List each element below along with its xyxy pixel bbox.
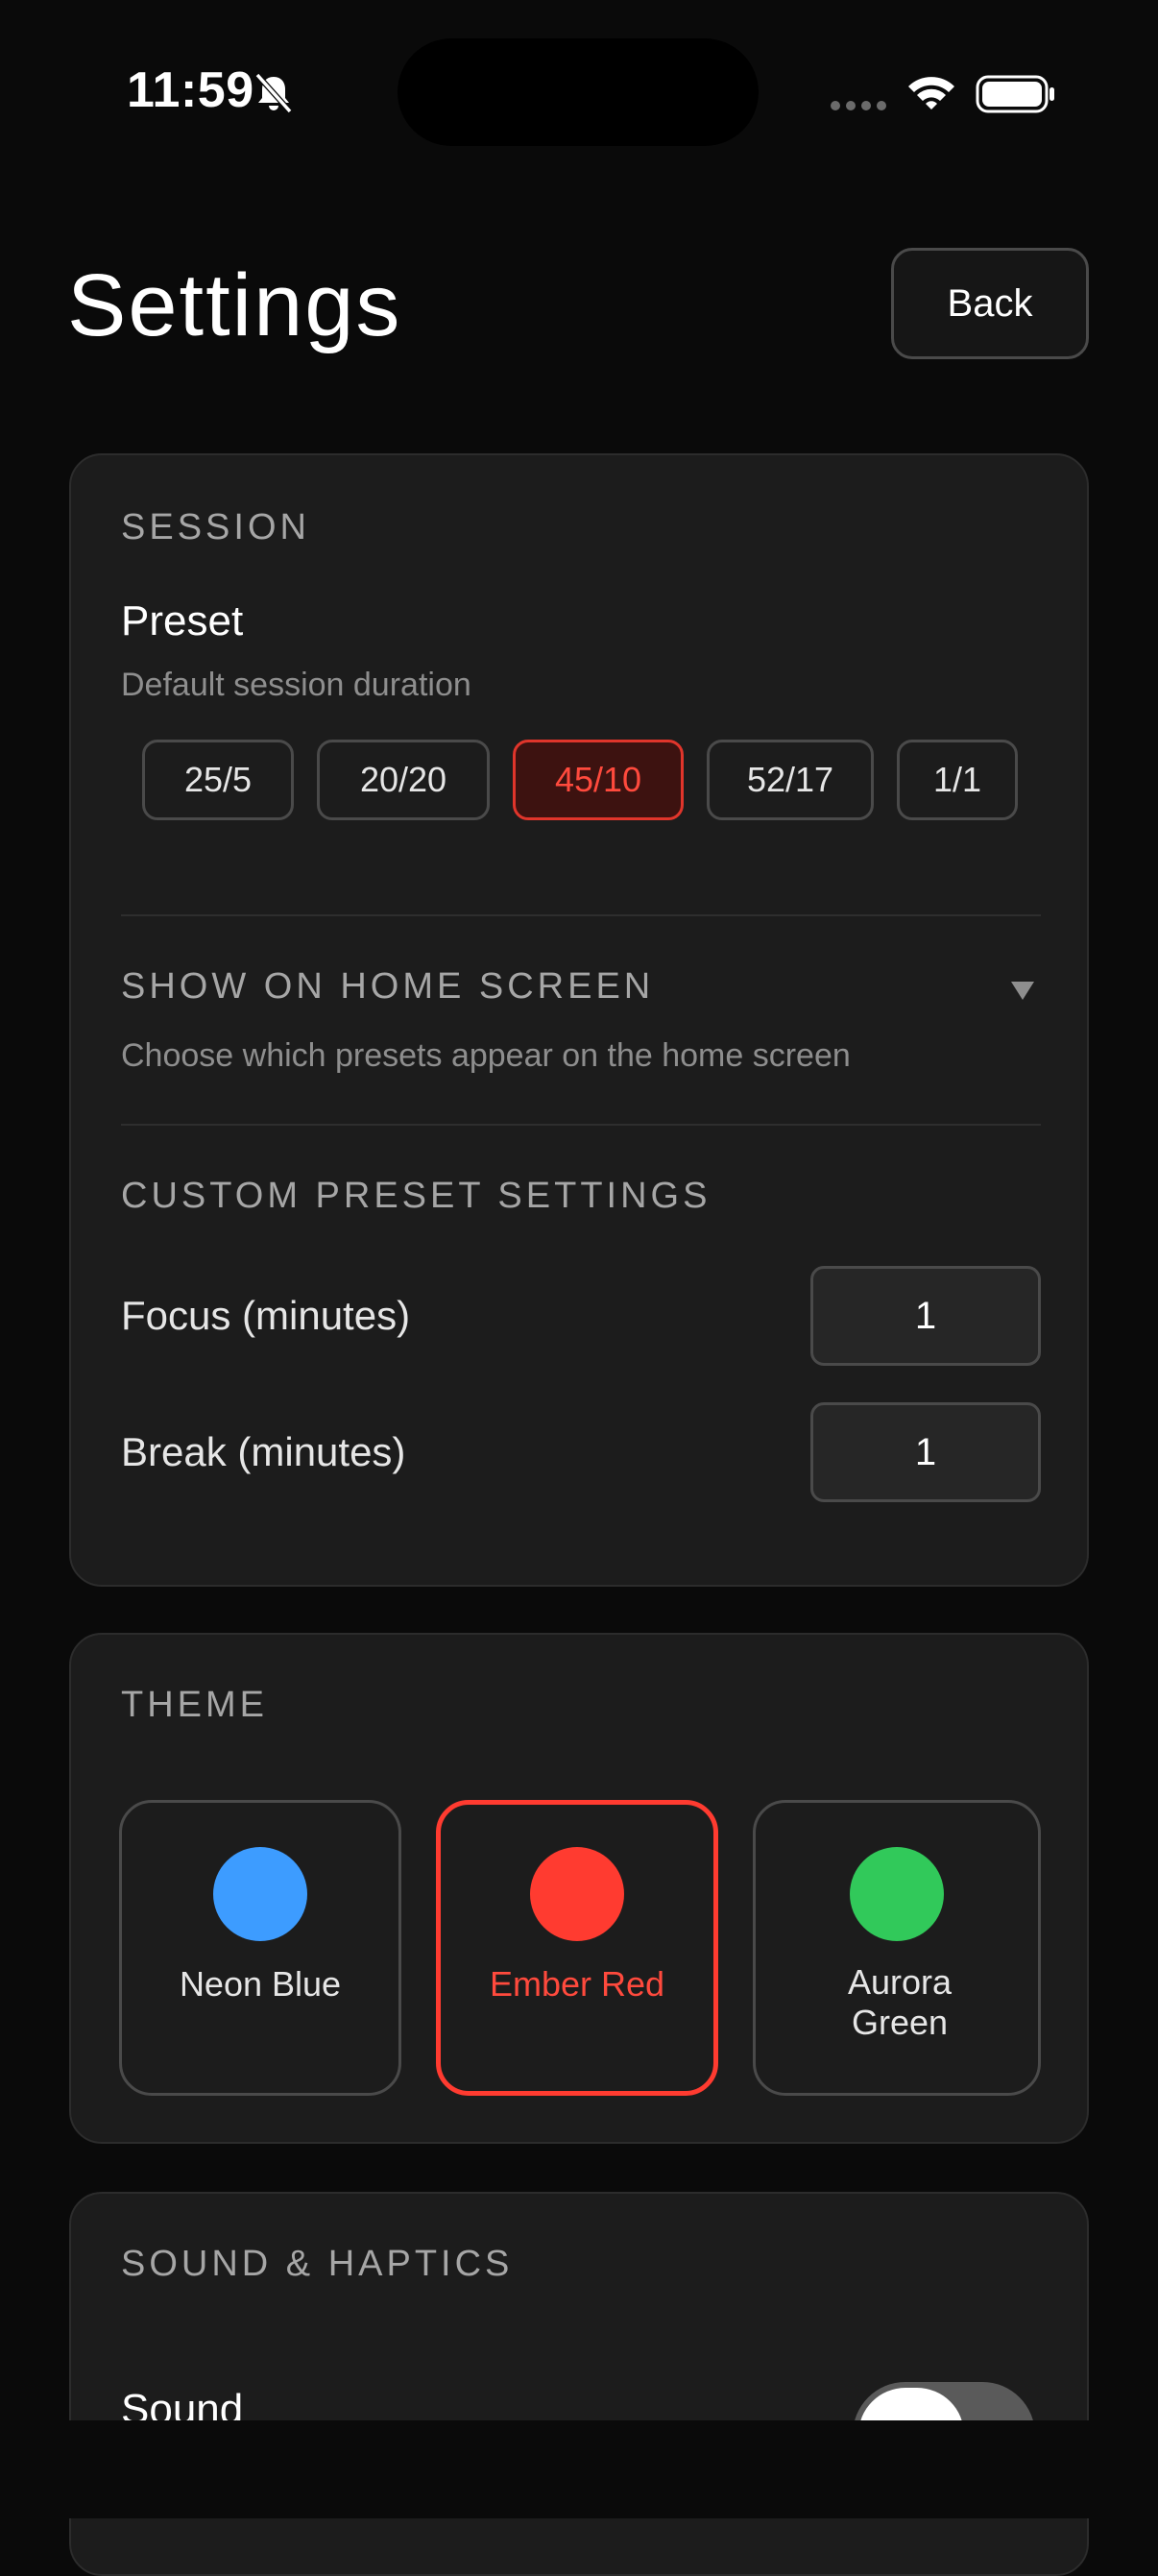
theme-option-neon-blue[interactable]: Neon Blue [119, 1800, 401, 2096]
theme-option-label: Ember Red [489, 1964, 665, 2004]
color-swatch [850, 1847, 944, 1941]
battery-icon [976, 75, 1054, 113]
break-minutes-label: Break (minutes) [121, 1429, 406, 1474]
bell-slash-icon [254, 72, 293, 114]
wifi-icon [908, 77, 954, 109]
home-screen-toggle-label[interactable]: SHOW ON HOME SCREEN [121, 966, 654, 1008]
theme-option-aurora-green[interactable]: Aurora Green [753, 1800, 1041, 2096]
home-screen-subtitle: Choose which presets appear on the home … [121, 1037, 851, 1074]
back-button[interactable]: Back [891, 248, 1089, 359]
session-card: SESSION Preset Default session duration … [69, 453, 1089, 1587]
preset-selector: 25/5 20/20 45/10 52/17 1/1 [142, 740, 1018, 820]
preset-title: Preset [121, 597, 244, 644]
sound-haptics-section-label: SOUND & HAPTICS [121, 2244, 514, 2284]
preset-chip-1-1[interactable]: 1/1 [897, 740, 1018, 820]
break-minutes-field[interactable]: 1 [810, 1402, 1041, 1502]
preset-chip-45-10[interactable]: 45/10 [513, 740, 684, 820]
preset-subtitle: Default session duration [121, 667, 471, 703]
signal-dots-icon [831, 101, 886, 110]
bottom-mask [0, 2420, 1158, 2518]
preset-chip-20-20[interactable]: 20/20 [317, 740, 490, 820]
theme-card: THEME Neon Blue Ember Red Aurora Green [69, 1633, 1089, 2144]
status-bar: 11:59 [0, 0, 1158, 192]
sound-haptics-card: SOUND & HAPTICS Sound [69, 2192, 1089, 2576]
chevron-down-icon[interactable] [1010, 980, 1035, 1001]
theme-section-label: THEME [121, 1685, 268, 1725]
page-title: Settings [67, 256, 402, 354]
status-time: 11:59 [127, 62, 254, 118]
focus-minutes-label: Focus (minutes) [121, 1293, 411, 1338]
preset-chip-25-5[interactable]: 25/5 [142, 740, 294, 820]
session-section-label: SESSION [121, 507, 310, 547]
custom-preset-section-label: CUSTOM PRESET SETTINGS [121, 1176, 712, 1216]
divider [121, 1124, 1041, 1126]
theme-option-label: Neon Blue [179, 1964, 342, 2004]
preset-chip-52-17[interactable]: 52/17 [707, 740, 874, 820]
color-swatch [213, 1847, 307, 1941]
color-swatch [530, 1847, 624, 1941]
theme-option-ember-red[interactable]: Ember Red [436, 1800, 718, 2096]
focus-minutes-field[interactable]: 1 [810, 1266, 1041, 1366]
dynamic-island [398, 38, 759, 146]
divider [121, 914, 1041, 916]
theme-option-label: Aurora Green [847, 1962, 953, 2042]
